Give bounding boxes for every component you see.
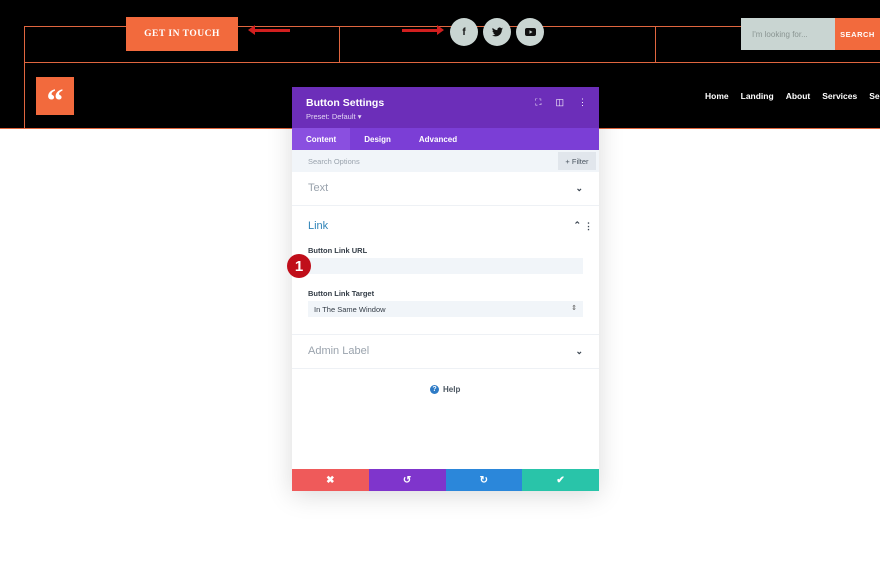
tab-design[interactable]: Design [350,128,405,150]
logo[interactable]: “ [36,77,74,119]
select-arrows-icon: ⇕ [571,305,577,312]
section-title[interactable]: Link [308,220,328,232]
search-input[interactable]: I'm looking for... [741,18,835,50]
chevron-down-icon[interactable]: ⌄ [575,346,583,357]
undo-button[interactable]: ↺ [368,469,446,491]
chevron-down-icon[interactable]: ⌄ [575,183,583,194]
column-border [655,26,656,62]
modal-title: Button Settings [306,97,385,109]
modal-header: Button Settings Preset: Default ▾ ⛶ ◫ ⋮ [292,87,599,128]
target-label: Button Link Target [308,289,375,298]
twitter-icon[interactable] [483,18,511,46]
target-select[interactable]: In The Same Window ⇕ [308,301,583,317]
arrow-right-icon [402,25,444,35]
tab-content[interactable]: Content [292,128,351,150]
help-label: Help [443,385,461,394]
button-settings-modal: Button Settings Preset: Default ▾ ⛶ ◫ ⋮ … [292,87,599,491]
help-link[interactable]: ? Help [430,385,460,394]
column-border [24,26,25,129]
section-title: Admin Label [308,345,370,357]
section-link: Link ⌃ ⋮ Button Link URL Button Link Tar… [292,206,599,335]
cancel-button[interactable]: ✖ [292,469,369,491]
arrow-left-icon [248,25,290,35]
preset-dropdown[interactable]: Preset: Default ▾ [306,112,361,121]
target-value: In The Same Window [314,304,386,314]
get-in-touch-button[interactable]: GET IN TOUCH [126,17,238,51]
section-text[interactable]: Text ⌄ [292,172,599,206]
search-options-input[interactable]: Search Options [308,157,360,166]
nav-about[interactable]: About [786,91,811,101]
modal-tabs: Content Design Advanced [292,128,599,150]
chevron-up-icon[interactable]: ⌃ [573,220,581,231]
step-badge: 1 [287,254,311,278]
more-icon[interactable]: ⋮ [584,221,593,232]
nav-home[interactable]: Home [705,91,729,101]
url-label: Button Link URL [308,246,368,255]
nav-services-2[interactable]: Servi [869,91,880,101]
sidebar-toggle-icon[interactable]: ◫ [555,97,564,108]
help-icon: ? [430,385,439,394]
section-border [24,62,880,63]
more-options-icon[interactable]: ⋮ [578,97,587,108]
nav-services[interactable]: Services [822,91,857,101]
filter-button[interactable]: + Filter [558,152,596,170]
tab-advanced[interactable]: Advanced [405,128,471,150]
search-options-bar: Search Options + Filter [292,150,599,172]
url-input[interactable] [308,258,583,274]
nav-landing[interactable]: Landing [741,91,774,101]
section-title: Text [308,182,329,194]
modal-footer: ✖ ↺ ↻ ✔ [292,469,599,491]
redo-button[interactable]: ↻ [445,469,523,491]
youtube-icon[interactable] [516,18,544,46]
search-button[interactable]: SEARCH [835,18,880,50]
facebook-icon[interactable]: f [450,18,478,46]
save-button[interactable]: ✔ [522,469,599,491]
column-border [339,26,340,62]
fullscreen-icon[interactable]: ⛶ [535,97,541,108]
main-nav: Home Landing About Services Servi [705,91,880,101]
section-admin-label[interactable]: Admin Label ⌄ [292,335,599,369]
